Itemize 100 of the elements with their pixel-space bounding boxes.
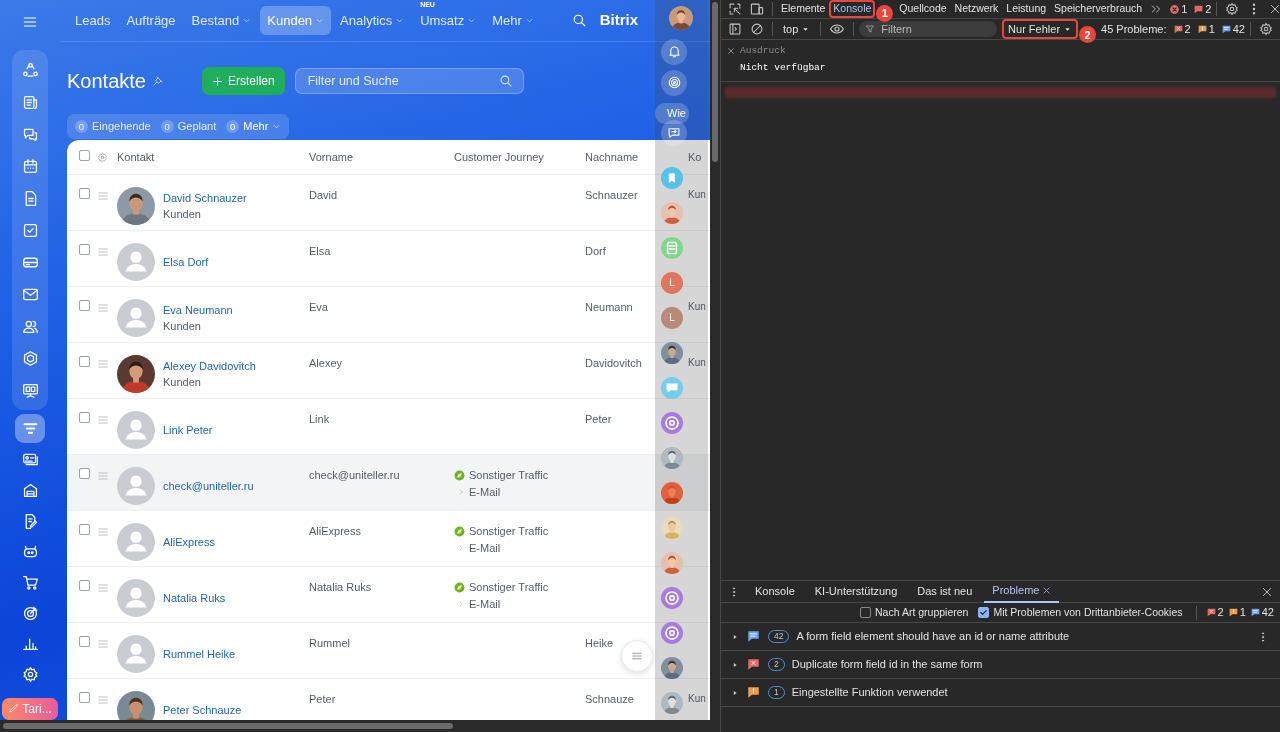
- search-icon: [498, 74, 513, 88]
- log-level-dropdown[interactable]: Nur Fehler: [1003, 19, 1078, 39]
- drag-handle-icon: [97, 414, 109, 427]
- error-counter[interactable]: 1: [1169, 0, 1188, 18]
- panel-tab[interactable]: Elemente: [778, 1, 829, 17]
- checkbox[interactable]: [860, 607, 872, 618]
- nav-tab[interactable]: Mehr: [485, 5, 541, 36]
- checkbox[interactable]: [79, 188, 90, 199]
- problem-count[interactable]: 1: [1196, 20, 1215, 38]
- drawer-tab[interactable]: Konsole: [747, 580, 803, 603]
- contact-link[interactable]: Natalia Ruks: [163, 589, 226, 607]
- problem-count[interactable]: 2: [1172, 20, 1191, 38]
- drag-handle-icon: [97, 526, 109, 539]
- panel-tab[interactable]: Speicherverbrauch: [1051, 1, 1146, 17]
- drag-handle-icon: [97, 470, 109, 483]
- contact-link[interactable]: Eva Neumann: [163, 301, 233, 318]
- message-icon: [1249, 607, 1261, 618]
- checkbox-option[interactable]: Mit Problemen von Drittanbieter-Cookies: [978, 604, 1183, 621]
- problems-label: 45 Probleme:: [1101, 21, 1167, 37]
- filter-box[interactable]: Filtern: [859, 21, 998, 37]
- issue-counter[interactable]: 2: [1193, 0, 1212, 18]
- table-cell: Davidovitch: [585, 357, 642, 369]
- contact-link[interactable]: AliExpress: [163, 533, 215, 551]
- user-icon: [117, 299, 155, 337]
- column-header: Ko: [688, 150, 702, 163]
- checkbox[interactable]: [79, 580, 90, 591]
- device-icon: [750, 2, 764, 16]
- search-icon: [571, 13, 587, 28]
- contact-link[interactable]: Link Peter: [163, 421, 213, 439]
- issue-title: Duplicate form field id in the same form: [791, 657, 983, 673]
- issue-row[interactable]: 1 Eingestellte Funktion verwendet: [721, 679, 1280, 707]
- bell-icon: [666, 44, 682, 60]
- leaf-icon: [454, 581, 465, 593]
- problem-count[interactable]: 2: [1205, 604, 1224, 621]
- search-box[interactable]: Filter und Suche: [294, 68, 524, 94]
- drawer-tab[interactable]: Das ist neu: [909, 580, 981, 603]
- problem-count[interactable]: 1: [1227, 604, 1246, 621]
- cart-icon: [21, 574, 39, 592]
- chip-label[interactable]: Wie: [655, 103, 689, 124]
- context-selector[interactable]: top: [778, 19, 816, 39]
- error-icon: [1169, 3, 1181, 15]
- hexagon-icon: [21, 349, 39, 367]
- warning-flag-icon: [1227, 607, 1239, 618]
- panel-tab[interactable]: Konsole: [830, 1, 875, 17]
- counter-button[interactable]: 0 Mehr: [222, 116, 286, 137]
- checkbox[interactable]: [79, 524, 90, 535]
- contact-link[interactable]: Peter Schnauze: [163, 701, 242, 719]
- checkbox[interactable]: [79, 692, 90, 703]
- table-cell: Neumann: [585, 301, 633, 313]
- nav-tab[interactable]: Aufträge: [119, 5, 183, 36]
- checkbox[interactable]: [79, 412, 90, 423]
- user-icon: [117, 635, 155, 673]
- warning-flag-icon: [1196, 23, 1208, 35]
- problem-count[interactable]: 42: [1249, 604, 1274, 621]
- drag-handle-icon: [97, 302, 109, 315]
- copilot-button[interactable]: [661, 69, 687, 96]
- issue-row[interactable]: 2 Duplicate form field id in the same form: [721, 651, 1280, 679]
- drag-handle-icon: [97, 190, 109, 203]
- close-icon: [1261, 585, 1273, 598]
- nav-tab[interactable]: Bestand: [184, 5, 259, 36]
- contact-link[interactable]: Elsa Dorf: [163, 253, 209, 271]
- search-field[interactable]: Filter und Suche: [305, 70, 499, 92]
- checkbox[interactable]: [79, 356, 90, 367]
- drag-handle-icon: [97, 638, 109, 651]
- contact-link[interactable]: Alexey Davidovitch: [163, 357, 256, 374]
- checkbox[interactable]: [79, 300, 90, 311]
- drawer-tab[interactable]: KI-Unterstützung: [806, 580, 906, 603]
- table-cell: Schnauzer: [585, 189, 638, 201]
- panel-tab[interactable]: Leistung: [1003, 1, 1050, 17]
- drag-handle-icon: [97, 694, 109, 707]
- filter-field[interactable]: Filtern: [879, 19, 992, 39]
- checkbox[interactable]: [79, 468, 90, 479]
- double-chevron-icon: [1150, 3, 1163, 15]
- plus-icon: [211, 75, 223, 87]
- sidebar-item[interactable]: [15, 414, 45, 443]
- menu-icon: [22, 14, 38, 30]
- table-cell: Alexey: [309, 357, 343, 369]
- problem-count[interactable]: 42: [1220, 20, 1245, 38]
- chat-button[interactable]: [661, 119, 687, 146]
- calendar-icon: [21, 157, 39, 175]
- nav-tab[interactable]: Leads: [68, 5, 118, 36]
- panel-tab[interactable]: Quellcode: [896, 1, 950, 17]
- checkbox[interactable]: [79, 244, 90, 255]
- nav-tab[interactable]: Analytics: [333, 5, 412, 36]
- checkbox[interactable]: [978, 607, 990, 618]
- pin-icon: [151, 75, 164, 87]
- panel-tab[interactable]: Netzwerk: [951, 1, 1002, 17]
- drawer-tab[interactable]: Probleme: [984, 580, 1060, 603]
- contact-link[interactable]: Rummel Heike: [163, 645, 236, 663]
- sidebar-icon: [728, 22, 742, 36]
- error-flag-icon: [1172, 23, 1184, 35]
- table-cell: Link: [309, 413, 330, 425]
- table-cell: Schnauze: [585, 693, 634, 705]
- checkbox-option[interactable]: Nach Art gruppieren: [860, 604, 969, 621]
- contact-link[interactable]: David Schnauzer: [163, 189, 247, 206]
- checkbox[interactable]: [79, 636, 90, 647]
- checkbox[interactable]: [79, 149, 90, 161]
- notifications-button[interactable]: [661, 38, 687, 65]
- issue-row[interactable]: 42 A form field element should have an id or name attribute: [721, 623, 1280, 651]
- contact-link[interactable]: check@uniteller.ru: [163, 477, 254, 495]
